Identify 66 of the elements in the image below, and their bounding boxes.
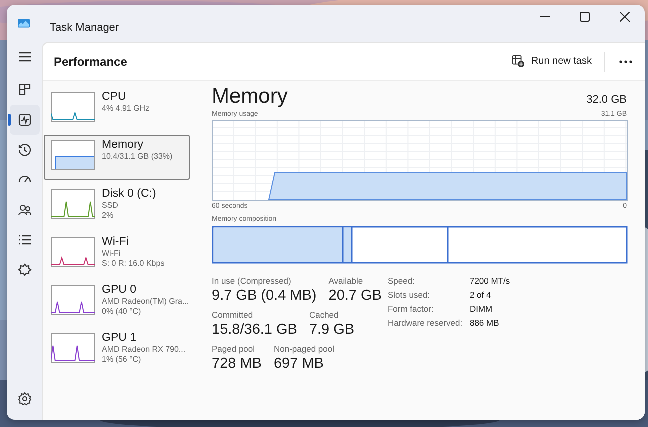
stat-label: Available (328, 276, 364, 286)
total-memory: 32.0 GB (586, 94, 627, 106)
device-detail: S: 0 R: 16.0 Kbps (102, 259, 165, 268)
stat-value: 7.9 GB (309, 322, 355, 338)
device-name: Memory (102, 139, 145, 151)
device-detail: AMD Radeon(TM) Gra... (102, 297, 189, 306)
device-detail: 4% 4.91 GHz (102, 104, 150, 113)
stat-label: Paged pool (212, 344, 256, 354)
stat-label: In use (Compressed) (212, 276, 292, 286)
app-icon (18, 19, 30, 28)
device-name: GPU 1 (102, 332, 138, 344)
spec-label: Slots used: (388, 290, 432, 300)
spec-label: Form factor: (388, 304, 435, 314)
spec-label: Hardware reserved: (388, 318, 464, 328)
close-icon (620, 12, 630, 22)
device-detail: Wi-Fi (102, 249, 122, 258)
more-icon (619, 60, 633, 64)
device-detail: AMD Radeon RX 790... (102, 345, 186, 354)
stat-value: 15.8/36.1 GB (212, 322, 298, 338)
sparkline-drawing (51, 237, 95, 267)
stat-label: Non-paged pool (274, 344, 334, 354)
stat-value: 728 MB (212, 356, 262, 372)
list-icon (18, 233, 32, 247)
stat-label: Committed (212, 310, 254, 320)
stat-value: 697 MB (274, 356, 325, 372)
sparkline-drawing (51, 285, 95, 315)
device-name: Wi-Fi (102, 236, 130, 248)
page-title: Performance (54, 54, 128, 68)
pulse-chart-icon (18, 113, 32, 127)
run-task-icon (512, 55, 526, 68)
window-title: Task Manager (50, 22, 120, 34)
device-item[interactable]: Memory 10.4/31.1 GB (33%) (44, 135, 190, 180)
device-detail: 0% (40 °C) (102, 307, 142, 316)
device-detail: SSD (102, 201, 120, 210)
device-item[interactable]: CPU 4% 4.91 GHz (44, 87, 190, 131)
sparkline-drawing (51, 140, 95, 170)
menu-icon (18, 50, 32, 64)
stat-label: Cached (309, 310, 340, 320)
device-name: CPU (102, 91, 128, 103)
sparkline-drawing (51, 189, 95, 219)
settings-icon (18, 392, 32, 406)
device-item[interactable]: GPU 0 AMD Radeon(TM) Gra... 0% (40 °C) (44, 280, 190, 324)
sparkline-drawing (51, 333, 95, 363)
device-name: GPU 0 (102, 284, 138, 296)
nav-button[interactable] (10, 105, 40, 135)
device-detail: 10.4/31.1 GB (33%) (102, 152, 173, 161)
section-title: Memory (212, 85, 288, 109)
sparkline-drawing (51, 92, 95, 122)
device-name: Disk 0 (C:) (102, 188, 156, 200)
device-item[interactable]: Disk 0 (C:) SSD 2% (44, 184, 190, 228)
spec-value: 7200 MT/s (470, 276, 510, 286)
clock-history-icon (18, 143, 32, 157)
stat-value: 9.7 GB (0.4 MB) (212, 288, 317, 304)
device-detail: 1% (56 °C) (102, 355, 142, 364)
grid-icon (18, 83, 32, 97)
maximize-icon (580, 12, 590, 22)
run-new-task-button[interactable]: Run new task (506, 51, 598, 72)
users-icon (18, 203, 32, 217)
device-item[interactable]: GPU 1 AMD Radeon RX 790... 1% (56 °C) (44, 328, 190, 372)
spec-value: 886 MB (470, 318, 500, 328)
spec-value: DIMM (470, 304, 494, 314)
spec-value: 2 of 4 (470, 290, 492, 300)
device-item[interactable]: Wi-Fi Wi-Fi S: 0 R: 16.0 Kbps (44, 232, 190, 276)
spec-label: Speed: (388, 276, 416, 286)
stat-value: 20.7 GB (328, 288, 382, 304)
device-detail: 2% (102, 211, 115, 220)
